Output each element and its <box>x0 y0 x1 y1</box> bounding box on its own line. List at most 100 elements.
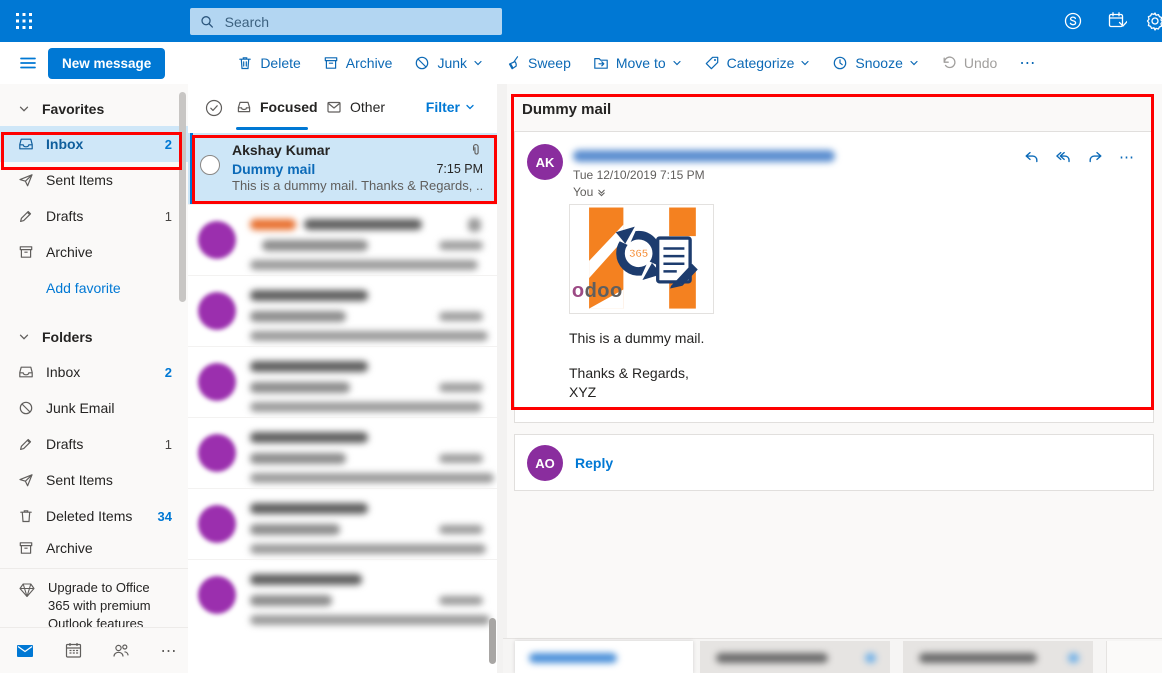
more-modules-button[interactable]: ⋯ <box>158 640 180 662</box>
sidebar-item-archive-favorite[interactable]: Archive <box>0 234 188 270</box>
email-signature: Thanks & Regards, XYZ <box>569 364 689 402</box>
sidebar-item-archive[interactable]: Archive <box>0 534 188 562</box>
tab-other[interactable]: Other <box>326 99 385 115</box>
redacted-time <box>439 312 483 321</box>
hamburger-menu-button[interactable] <box>16 51 40 75</box>
archive-icon <box>18 540 34 556</box>
sidebar-scrollbar[interactable] <box>179 92 186 302</box>
junk-icon <box>414 55 430 71</box>
message-list: Focused Other Filter Akshay Kumar <box>188 84 497 673</box>
settings-gear-icon[interactable] <box>1138 0 1162 42</box>
message-preview: This is a dummy mail. Thanks & Regards, … <box>232 178 483 196</box>
diamond-icon <box>18 581 36 599</box>
message-subject: Dummy mail <box>232 161 436 177</box>
email-date: Tue 12/10/2019 7:15 PM <box>573 168 705 182</box>
redacted-chat-title <box>529 653 617 663</box>
search-input[interactable] <box>225 14 492 30</box>
sweep-button[interactable]: Sweep <box>505 55 571 71</box>
pencil-icon <box>18 436 34 452</box>
reading-pane: Dummy mail AK ⋯ Tue 12/10/2019 7:15 PM Y… <box>507 84 1162 673</box>
check-circle-icon <box>204 98 224 118</box>
app-launcher-button[interactable] <box>0 0 48 42</box>
message-row-blurred[interactable] <box>188 559 497 630</box>
recipient-toggle[interactable]: You <box>573 185 606 199</box>
pane-divider <box>497 84 507 673</box>
toolbar-commands: Delete Archive Junk Sweep <box>237 53 1036 73</box>
sidebar-item-drafts[interactable]: Drafts 1 <box>0 426 188 462</box>
email-body-image[interactable]: 365 odoo <box>569 204 714 314</box>
paperclip-icon <box>469 143 483 157</box>
add-favorite-link[interactable]: Add favorite <box>0 270 188 306</box>
message-row-blurred[interactable] <box>188 417 497 488</box>
move-to-label: Move to <box>616 55 666 71</box>
ellipsis-icon: ⋯ <box>1019 53 1036 73</box>
sidebar-item-junk[interactable]: Junk Email <box>0 390 188 426</box>
quick-reply-link[interactable]: Reply <box>575 455 613 471</box>
sidebar-item-sent-favorite[interactable]: Sent Items <box>0 162 188 198</box>
junk-button[interactable]: Junk <box>414 55 483 71</box>
chat-window-minimized[interactable] <box>700 641 890 673</box>
calendar-module-button[interactable] <box>62 640 84 662</box>
message-row-selected[interactable]: Akshay Kumar Dummy mail 7:15 PM This is … <box>188 133 497 204</box>
sidebar-item-inbox-favorite[interactable]: Inbox 2 <box>0 126 188 162</box>
badge-365: 365 <box>629 248 649 260</box>
new-message-button[interactable]: New message <box>48 48 165 79</box>
more-commands-button[interactable]: ⋯ <box>1019 53 1036 73</box>
undo-button[interactable]: Undo <box>941 55 997 71</box>
message-time: 7:15 PM <box>436 162 483 176</box>
taskbar-spacer <box>1106 641 1162 673</box>
search-box[interactable] <box>190 8 502 35</box>
junk-label: Junk <box>437 55 467 71</box>
message-row-blurred[interactable] <box>188 275 497 346</box>
folders-section-header[interactable]: Folders <box>0 320 188 354</box>
topbar <box>0 0 1162 42</box>
favorites-title: Favorites <box>42 101 104 117</box>
sender-avatar[interactable]: AK <box>527 144 563 180</box>
sidebar-item-deleted[interactable]: Deleted Items 34 <box>0 498 188 534</box>
redacted-paperclip <box>468 218 481 232</box>
redacted-subject <box>250 595 332 606</box>
sidebar-item-inbox[interactable]: Inbox 2 <box>0 354 188 390</box>
reply-all-icon[interactable] <box>1055 149 1072 166</box>
snooze-button[interactable]: Snooze <box>832 55 918 71</box>
chat-window-minimized[interactable] <box>903 641 1093 673</box>
archive-button[interactable]: Archive <box>323 55 393 71</box>
skype-icon[interactable] <box>1056 0 1090 42</box>
module-switcher: ⋯ <box>0 627 188 673</box>
people-module-button[interactable] <box>110 640 132 662</box>
sidebar-item-drafts-favorite[interactable]: Drafts 1 <box>0 198 188 234</box>
redacted-preview <box>250 331 488 341</box>
hamburger-icon <box>18 53 38 73</box>
select-all-button[interactable] <box>204 98 224 118</box>
odoo-brand-first-letter: o <box>572 280 585 302</box>
redacted-preview <box>250 473 494 483</box>
focused-inbox-icon <box>236 99 252 115</box>
message-row-blurred[interactable] <box>188 204 497 275</box>
more-actions-icon[interactable]: ⋯ <box>1119 148 1135 166</box>
signature-name: XYZ <box>569 383 689 402</box>
mail-module-button[interactable] <box>14 640 36 662</box>
redacted-subject <box>250 524 340 535</box>
message-list-scrollbar[interactable] <box>489 618 496 664</box>
message-row-blurred[interactable] <box>188 488 497 559</box>
redacted-preview <box>250 260 478 270</box>
quick-reply-card[interactable]: AO Reply <box>514 434 1154 491</box>
delete-button[interactable]: Delete <box>237 55 300 71</box>
move-to-button[interactable]: Move to <box>593 55 682 71</box>
message-select-radio[interactable] <box>200 155 220 175</box>
forward-icon[interactable] <box>1087 149 1104 166</box>
chat-window-minimized[interactable] <box>515 641 693 673</box>
filter-button[interactable]: Filter <box>426 99 475 115</box>
sidebar-item-sent[interactable]: Sent Items <box>0 462 188 498</box>
my-day-icon[interactable] <box>1100 0 1134 42</box>
message-row-blurred[interactable] <box>188 346 497 417</box>
categorize-button[interactable]: Categorize <box>704 55 811 71</box>
favorites-section-header[interactable]: Favorites <box>0 92 188 126</box>
tab-focused[interactable]: Focused <box>236 99 318 115</box>
email-body-line: This is a dummy mail. <box>569 330 704 346</box>
pencil-icon <box>18 208 34 224</box>
email-subject-title: Dummy mail <box>522 101 611 118</box>
redacted-close-icon <box>1068 653 1079 663</box>
message-action-icons: ⋯ <box>1023 148 1135 166</box>
reply-icon[interactable] <box>1023 149 1040 166</box>
